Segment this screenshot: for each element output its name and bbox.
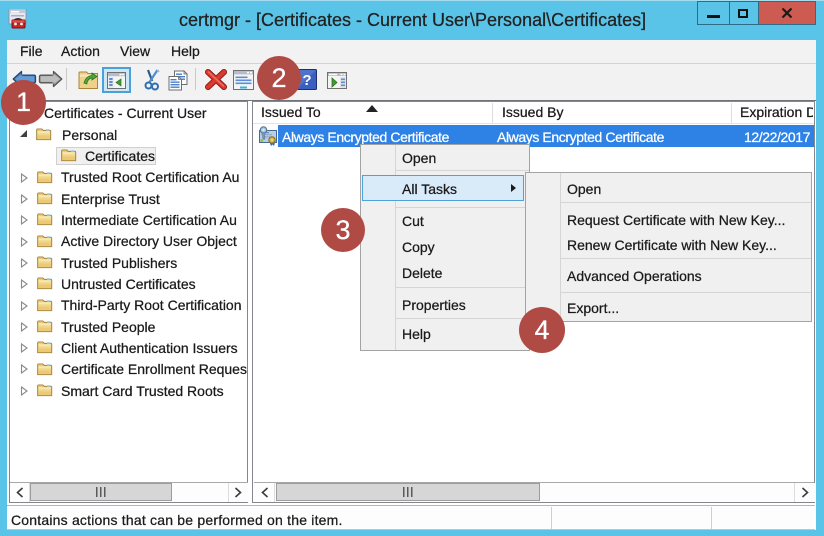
svg-text:?: ? [302,72,311,89]
